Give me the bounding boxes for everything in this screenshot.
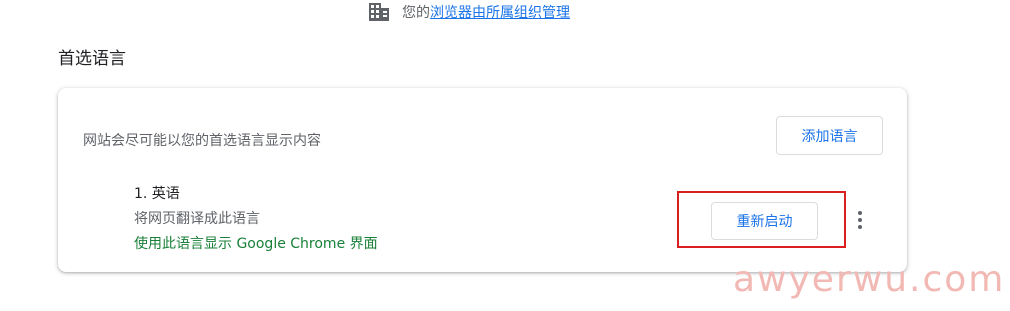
watermark: awyerwu.com — [733, 259, 1006, 300]
building-icon — [368, 2, 390, 22]
menu-dot — [858, 218, 862, 222]
managed-prefix: 您的 — [402, 5, 430, 21]
settings-page: 您的 浏览器由所属组织管理 首选语言 网站会尽可能以您的首选语言显示内容 添加语… — [0, 0, 1010, 311]
menu-dot — [858, 225, 862, 229]
managed-by-organization-link[interactable]: 浏览器由所属组织管理 — [430, 2, 570, 22]
menu-dot — [858, 211, 862, 215]
card-description: 网站会尽可能以您的首选语言显示内容 — [83, 133, 321, 149]
add-language-button[interactable]: 添加语言 — [776, 116, 883, 155]
more-vert-icon[interactable] — [848, 206, 872, 234]
managed-notice: 您的 浏览器由所属组织管理 — [368, 0, 570, 24]
restart-button[interactable]: 重新启动 — [711, 202, 818, 240]
section-title: 首选语言 — [58, 49, 126, 69]
